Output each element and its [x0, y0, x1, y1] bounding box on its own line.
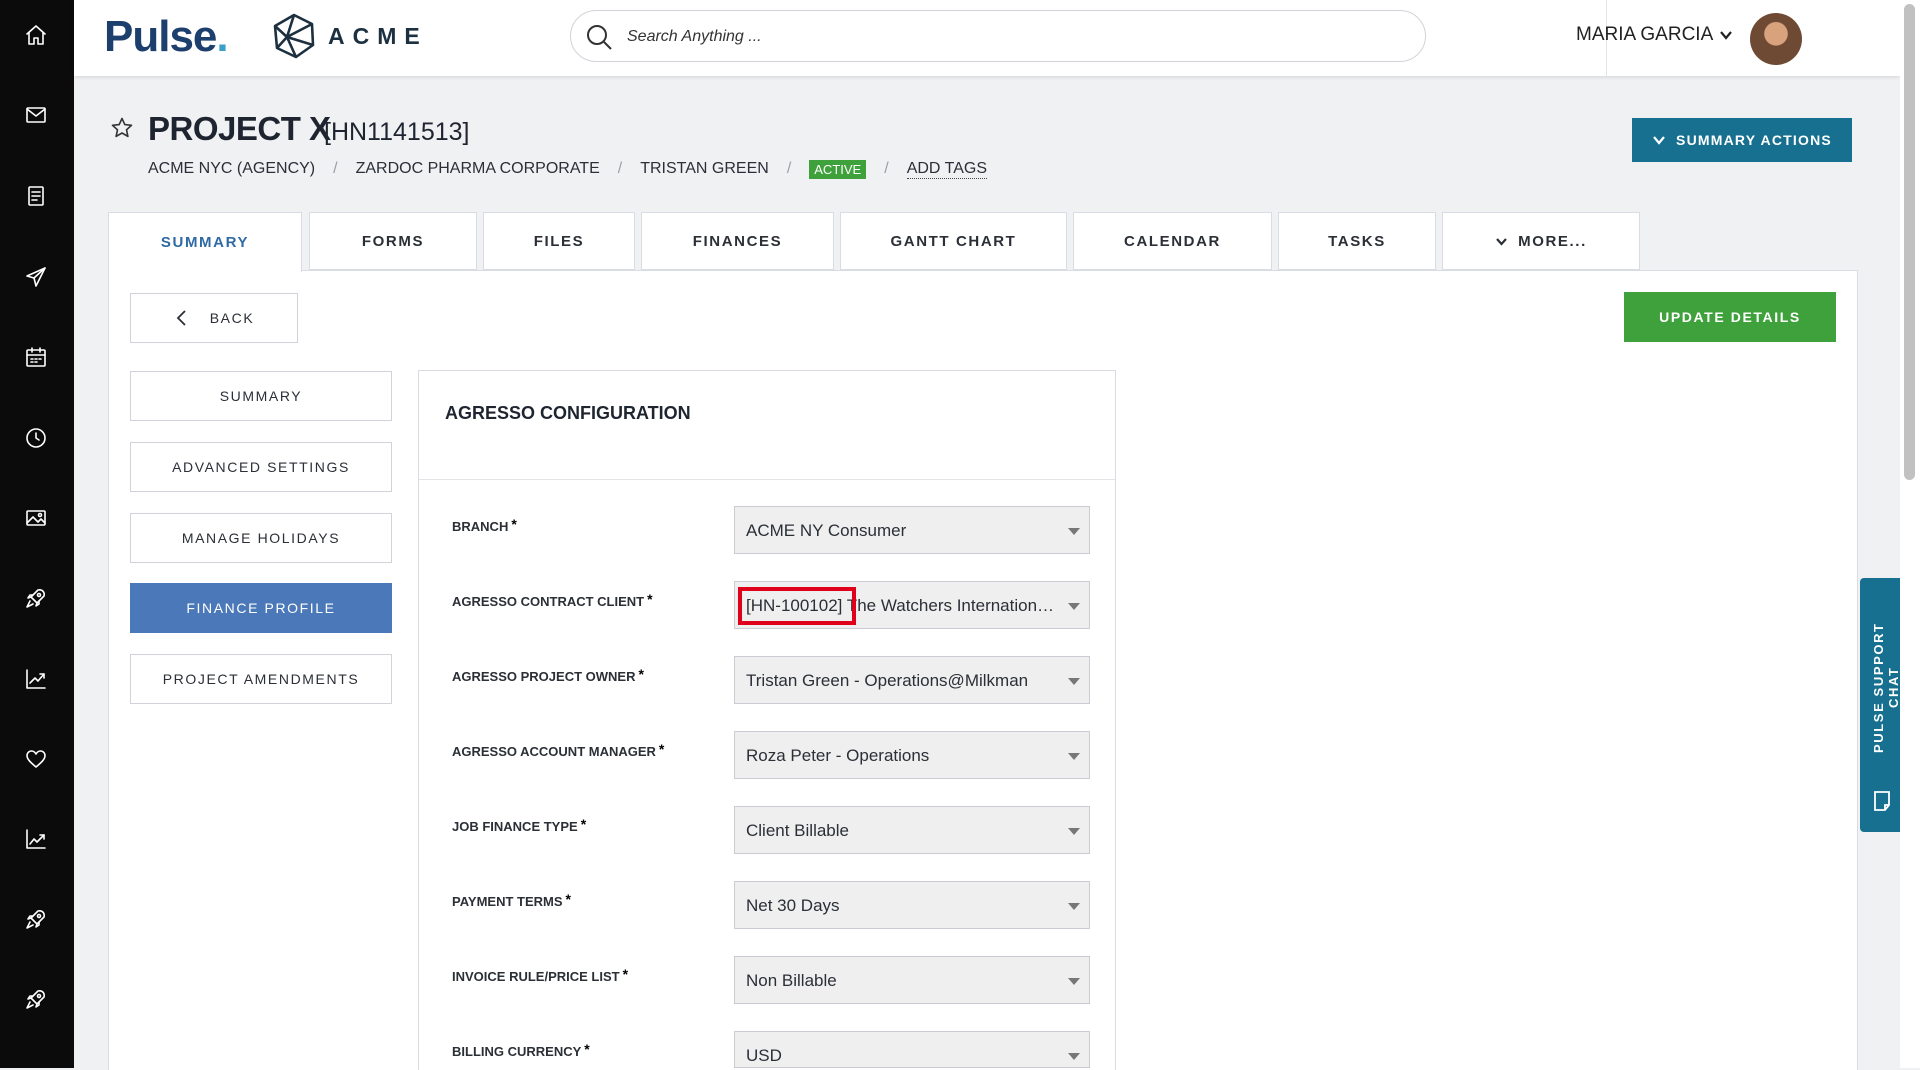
side-nav-project-amendments[interactable]: PROJECT AMENDMENTS	[130, 654, 392, 704]
rocket-icon[interactable]	[21, 583, 51, 613]
support-chat-label: PULSE SUPPORT CHAT	[1871, 622, 1901, 753]
status-badge: ACTIVE	[809, 159, 867, 179]
dropdown-arrow-icon	[1068, 603, 1080, 610]
project-owner-value: Tristan Green - Operations@Milkman	[746, 671, 1029, 690]
payment-terms-value: Net 30 Days	[746, 896, 840, 915]
tab-files[interactable]: FILES	[483, 212, 635, 270]
project-code: [HN1141513]	[324, 118, 470, 146]
chevron-down-icon	[1653, 136, 1665, 145]
summary-actions-label: SUMMARY ACTIONS	[1676, 132, 1832, 148]
search-icon	[587, 25, 612, 50]
rocket-icon[interactable]	[21, 984, 51, 1014]
update-details-button[interactable]: UPDATE DETAILS	[1624, 292, 1836, 342]
side-nav-advanced-settings[interactable]: ADVANCED SETTINGS	[130, 442, 392, 492]
payment-terms-select[interactable]: Net 30 Days	[734, 881, 1090, 929]
contract-client-label: AGRESSO CONTRACT CLIENT *	[452, 591, 653, 609]
tab-summary[interactable]: SUMMARY	[108, 212, 302, 272]
breadcrumb-separator: /	[333, 160, 338, 177]
tab-forms[interactable]: FORMS	[309, 212, 477, 270]
breadcrumb: ACME NYC (AGENCY) / ZARDOC PHARMA CORPOR…	[148, 158, 987, 180]
breadcrumb-owner[interactable]: TRISTAN GREEN	[640, 160, 769, 178]
billing-currency-select[interactable]: USD	[734, 1031, 1090, 1068]
document-icon[interactable]	[21, 181, 51, 211]
page-title: PROJECT X	[148, 110, 331, 147]
dropdown-arrow-icon	[1068, 1053, 1080, 1060]
branch-select[interactable]: ACME NY Consumer	[734, 506, 1090, 554]
highlight-box	[738, 587, 856, 625]
summary-actions-button[interactable]: SUMMARY ACTIONS	[1632, 118, 1852, 162]
side-nav-finance-profile[interactable]: FINANCE PROFILE	[130, 583, 392, 633]
invoice-rule-select[interactable]: Non Billable	[734, 956, 1090, 1004]
home-icon[interactable]	[21, 20, 51, 50]
dropdown-arrow-icon	[1068, 753, 1080, 760]
acme-logo-text: ACME	[328, 22, 428, 49]
avatar[interactable]	[1750, 13, 1802, 65]
breadcrumb-agency[interactable]: ACME NYC (AGENCY)	[148, 160, 315, 178]
acme-logo[interactable]: ACME	[272, 12, 428, 60]
branch-label: BRANCH *	[452, 516, 517, 534]
mail-icon[interactable]	[21, 100, 51, 130]
tab-more-label: MORE...	[1518, 232, 1587, 250]
billing-currency-value: USD	[746, 1046, 782, 1065]
rocket-icon[interactable]	[21, 904, 51, 934]
account-manager-select[interactable]: Roza Peter - Operations	[734, 731, 1090, 779]
tab-gantt-chart[interactable]: GANTT CHART	[840, 212, 1067, 270]
send-icon[interactable]	[21, 262, 51, 292]
job-finance-type-label: JOB FINANCE TYPE *	[452, 816, 587, 834]
add-tags-link[interactable]: ADD TAGS	[906, 160, 987, 179]
dropdown-arrow-icon	[1068, 978, 1080, 985]
invoice-rule-value: Non Billable	[746, 971, 837, 990]
scrollbar[interactable]	[1900, 0, 1920, 1068]
search-input[interactable]	[625, 23, 1389, 51]
dropdown-arrow-icon	[1068, 828, 1080, 835]
acme-logo-icon	[273, 13, 315, 59]
payment-terms-label: PAYMENT TERMS *	[452, 891, 571, 909]
chat-icon	[1874, 791, 1890, 811]
heart-icon[interactable]	[21, 744, 51, 774]
breadcrumb-separator: /	[617, 160, 623, 177]
dropdown-arrow-icon	[1068, 528, 1080, 535]
favorite-star-icon[interactable]	[110, 116, 134, 140]
dropdown-arrow-icon	[1068, 678, 1080, 685]
left-sidebar	[0, 0, 74, 1068]
chevron-left-icon	[176, 310, 186, 326]
user-menu[interactable]: MARIA GARCIA	[1576, 24, 1733, 46]
image-icon[interactable]	[21, 503, 51, 533]
card-title: AGRESSO CONFIGURATION	[445, 403, 691, 423]
calendar-icon[interactable]	[21, 342, 51, 372]
back-button[interactable]: BACK	[130, 293, 298, 343]
search-box[interactable]	[570, 10, 1426, 62]
chart-icon[interactable]	[21, 664, 51, 694]
trend-icon[interactable]	[21, 824, 51, 854]
tab-finances[interactable]: FINANCES	[641, 212, 834, 270]
side-nav-summary[interactable]: SUMMARY	[130, 371, 392, 421]
scrollbar-thumb[interactable]	[1904, 4, 1915, 480]
project-owner-select[interactable]: Tristan Green - Operations@Milkman	[734, 656, 1090, 704]
user-name: MARIA GARCIA	[1576, 24, 1714, 45]
dropdown-arrow-icon	[1068, 903, 1080, 910]
side-nav-manage-holidays[interactable]: MANAGE HOLIDAYS	[130, 513, 392, 563]
job-finance-type-select[interactable]: Client Billable	[734, 806, 1090, 854]
project-owner-label: AGRESSO PROJECT OWNER *	[452, 666, 644, 684]
back-label: BACK	[209, 310, 255, 326]
pulse-logo[interactable]: Pulse.	[104, 12, 229, 62]
account-manager-label: AGRESSO ACCOUNT MANAGER *	[452, 741, 665, 759]
breadcrumb-separator: /	[884, 160, 889, 177]
tab-tasks[interactable]: TASKS	[1278, 212, 1436, 270]
chevron-down-icon	[1496, 237, 1507, 246]
card-header: AGRESSO CONFIGURATION	[419, 371, 1115, 480]
breadcrumb-separator: /	[786, 160, 792, 177]
clock-icon[interactable]	[21, 423, 51, 453]
account-manager-value: Roza Peter - Operations	[746, 746, 930, 765]
breadcrumb-client[interactable]: ZARDOC PHARMA CORPORATE	[356, 160, 600, 178]
chevron-down-icon	[1720, 31, 1733, 40]
support-chat-tab[interactable]: PULSE SUPPORT CHAT	[1860, 578, 1904, 832]
tab-calendar[interactable]: CALENDAR	[1073, 212, 1272, 270]
tab-more[interactable]: MORE...	[1442, 212, 1640, 270]
invoice-rule-label: INVOICE RULE/PRICE LIST *	[452, 966, 629, 984]
branch-value: ACME NY Consumer	[746, 521, 907, 540]
billing-currency-label: BILLING CURRENCY *	[452, 1041, 590, 1059]
job-finance-type-value: Client Billable	[746, 821, 849, 840]
